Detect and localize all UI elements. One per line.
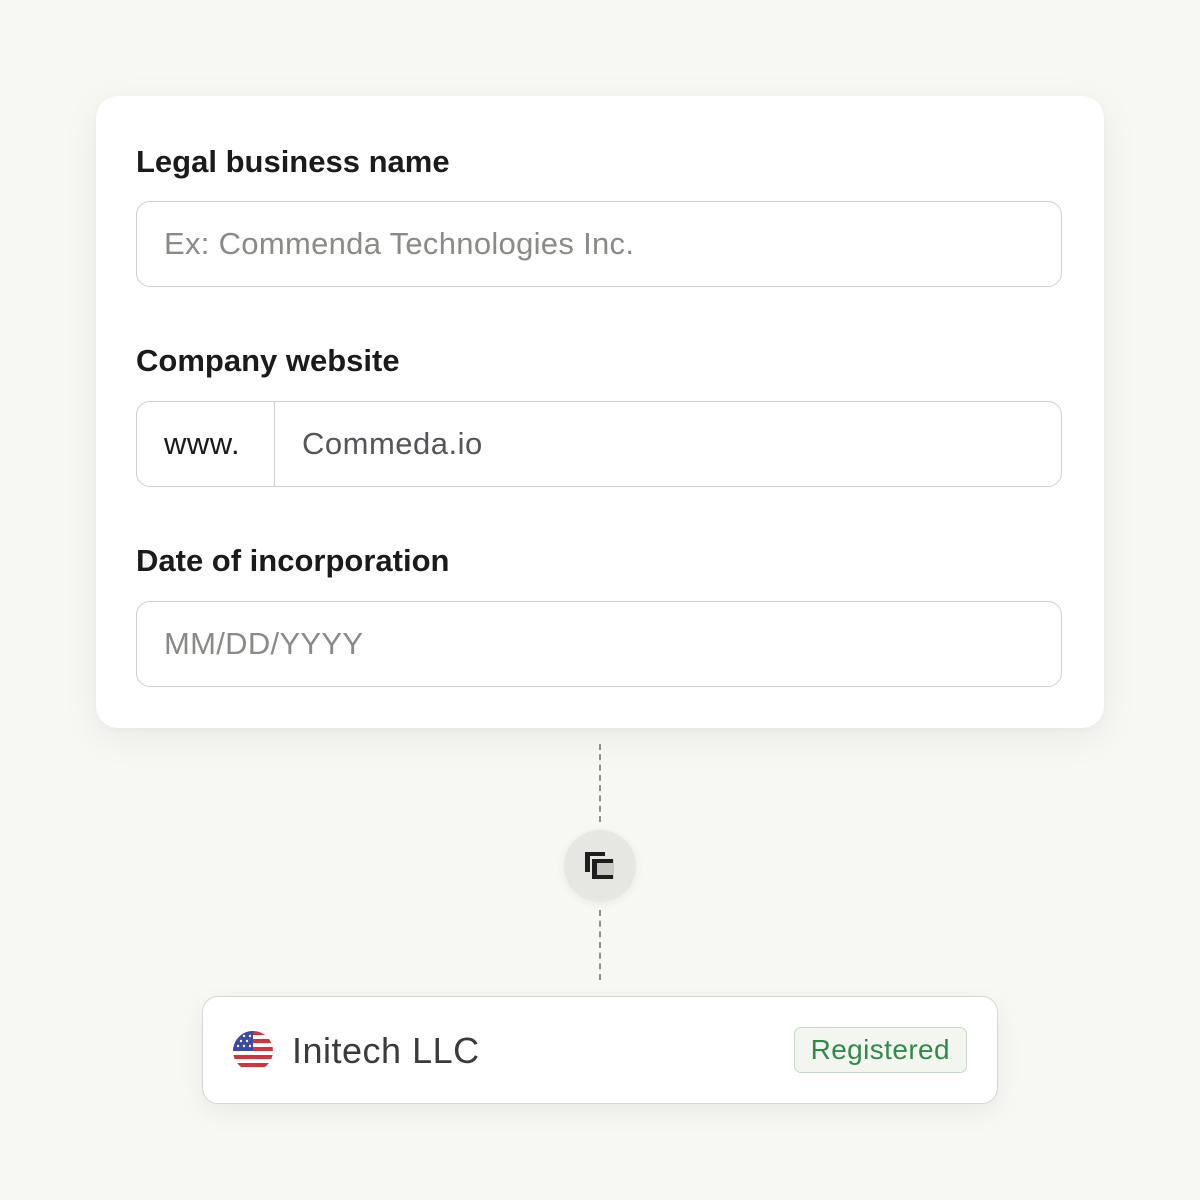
company-website-field[interactable]: www. Commeda.io	[136, 401, 1062, 487]
business-details-form: Legal business name Ex: Commenda Technol…	[96, 96, 1104, 728]
legal-business-name-label: Legal business name	[136, 144, 450, 179]
connector-line-bottom	[599, 910, 601, 980]
legal-business-name-input[interactable]: Ex: Commenda Technologies Inc.	[136, 201, 1062, 287]
date-of-incorporation-label: Date of incorporation	[136, 543, 450, 578]
company-website-input[interactable]: Commeda.io	[275, 402, 1061, 486]
entity-name: Initech LLC	[292, 1030, 480, 1071]
entity-card[interactable]: Initech LLC Registered	[202, 996, 998, 1104]
commenda-logo-icon	[585, 852, 614, 879]
us-flag-icon	[233, 1031, 273, 1071]
status-badge: Registered	[793, 1027, 967, 1073]
company-website-label: Company website	[136, 343, 400, 378]
website-prefix: www.	[137, 402, 275, 486]
connector-line-top	[599, 744, 601, 822]
legal-business-name-placeholder: Ex: Commenda Technologies Inc.	[164, 226, 635, 261]
date-of-incorporation-input[interactable]: MM/DD/YYYY	[136, 601, 1062, 687]
connector-node	[564, 830, 636, 902]
date-of-incorporation-placeholder: MM/DD/YYYY	[164, 626, 364, 661]
